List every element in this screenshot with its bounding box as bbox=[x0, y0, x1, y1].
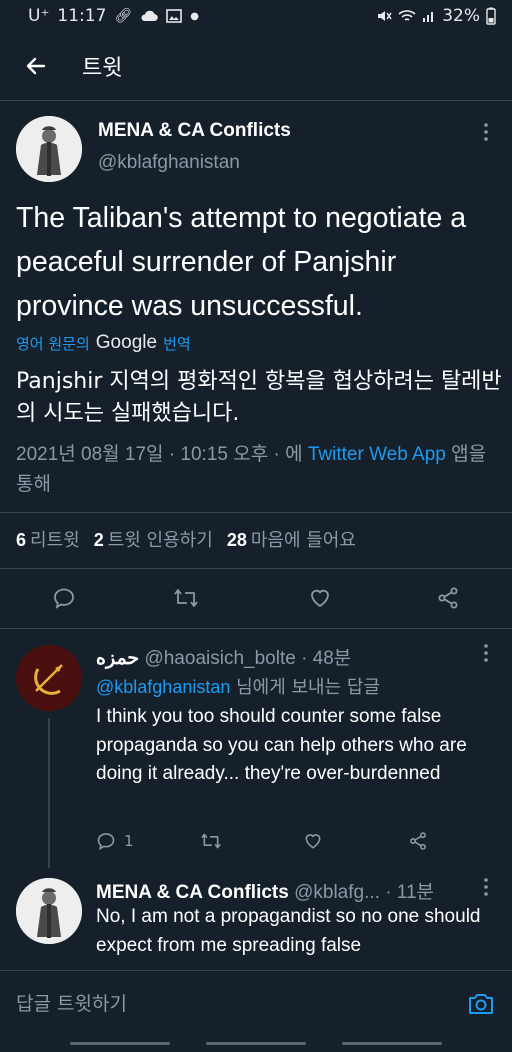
author-name[interactable]: MENA & CA Conflicts bbox=[98, 120, 291, 142]
carrier-label: U⁺ bbox=[28, 6, 50, 26]
nav-recents-handle[interactable] bbox=[342, 1042, 442, 1045]
reply-text: No, I am not a propagandist so no one sh… bbox=[96, 906, 481, 956]
reply-author-name: حمزه bbox=[96, 648, 140, 669]
reply-reply-button[interactable]: 1 bbox=[96, 826, 134, 856]
reply-more-button[interactable] bbox=[474, 643, 498, 668]
dot-icon: ● bbox=[190, 10, 199, 22]
reply-share-button[interactable] bbox=[408, 826, 428, 856]
image-icon bbox=[166, 9, 183, 23]
quotes-stat[interactable]: 2 트윗 인용하기 bbox=[94, 526, 213, 552]
portrait-image bbox=[16, 116, 82, 182]
retweets-label: 리트윗 bbox=[30, 530, 80, 551]
camera-icon bbox=[469, 994, 493, 1014]
reply-author-handle: @kblafg... · 11분 bbox=[294, 882, 435, 903]
replying-suffix: 님에게 보내는 답글 bbox=[236, 677, 381, 698]
camera-button[interactable] bbox=[466, 989, 496, 1019]
battery-icon bbox=[486, 7, 496, 25]
translation-attribution[interactable]: 영어 원문의 Google 번역 bbox=[16, 332, 191, 354]
tweet-text: The Taliban's attempt to negotiate a pea… bbox=[16, 202, 467, 322]
heart-icon bbox=[305, 834, 321, 849]
heart-icon bbox=[311, 589, 329, 608]
google-logo: Google bbox=[95, 332, 158, 353]
author-avatar[interactable] bbox=[16, 116, 82, 182]
battery-percent: 32% bbox=[442, 6, 480, 26]
retweet-button[interactable] bbox=[168, 580, 204, 616]
quotes-count: 2 bbox=[93, 530, 104, 550]
reply-avatar[interactable] bbox=[16, 878, 82, 944]
wifi-icon bbox=[398, 10, 416, 21]
thread-line bbox=[48, 718, 50, 868]
translate-suffix: 번역 bbox=[163, 334, 191, 353]
author-handle[interactable]: @kblafghanistan bbox=[98, 152, 240, 174]
reply-author-name: MENA & CA Conflicts bbox=[96, 882, 289, 903]
reply-avatar[interactable] bbox=[16, 645, 82, 711]
meta-divider bbox=[0, 512, 512, 513]
mute-icon bbox=[378, 11, 392, 21]
reply-input[interactable]: 답글 트윗하기 bbox=[16, 989, 127, 1016]
mention-link[interactable]: @kblafghanistan bbox=[96, 677, 230, 697]
arrow-left-icon bbox=[26, 57, 46, 75]
likes-stat[interactable]: 28 마음에 들어요 bbox=[227, 526, 356, 552]
actions-divider bbox=[0, 628, 512, 629]
header-divider bbox=[0, 100, 512, 101]
more-vertical-icon bbox=[484, 644, 488, 662]
back-button[interactable] bbox=[12, 42, 60, 90]
likes-label: 마음에 들어요 bbox=[250, 530, 356, 551]
system-nav-bar bbox=[0, 1034, 512, 1052]
cloud-icon bbox=[141, 10, 158, 22]
like-button[interactable] bbox=[302, 580, 338, 616]
quotes-label: 트윗 인용하기 bbox=[107, 530, 213, 551]
reply-author-handle: @haoaisich_bolte · 48분 bbox=[144, 648, 352, 669]
comment-icon bbox=[54, 588, 74, 609]
portrait-image bbox=[16, 878, 82, 944]
link-icon: 🔗︎ bbox=[114, 8, 133, 24]
source-app-link[interactable]: Twitter Web App bbox=[308, 444, 446, 465]
reply-header[interactable]: MENA & CA Conflicts @kblafg... · 11분 bbox=[96, 877, 434, 904]
translate-prefix: 영어 원문의 bbox=[16, 334, 90, 353]
reply-button[interactable] bbox=[46, 580, 82, 616]
reply-action-bar: 1 bbox=[96, 826, 436, 856]
retweets-stat[interactable]: 6 리트윗 bbox=[16, 526, 80, 552]
replying-to: @kblafghanistan 님에게 보내는 답글 bbox=[96, 673, 380, 699]
stats-divider bbox=[0, 568, 512, 569]
comment-icon bbox=[97, 833, 115, 851]
reply-retweet-button[interactable] bbox=[200, 826, 222, 856]
more-vertical-icon bbox=[484, 878, 488, 896]
reply-header[interactable]: حمزه @haoaisich_bolte · 48분 bbox=[96, 643, 351, 670]
clock: 11:17 bbox=[57, 6, 107, 26]
retweet-icon bbox=[174, 589, 198, 607]
tweet-action-bar bbox=[0, 580, 512, 616]
emblem-image bbox=[16, 645, 82, 711]
reply-compose-bar: 답글 트윗하기 bbox=[0, 970, 512, 1034]
reply-more-button[interactable] bbox=[474, 877, 498, 902]
retweet-icon bbox=[201, 833, 221, 849]
page-title: 트윗 bbox=[82, 56, 123, 81]
share-button[interactable] bbox=[430, 580, 466, 616]
share-icon bbox=[438, 587, 458, 609]
tweet-timestamp: 2021년 08월 17일 · 10:15 오후 · 에 bbox=[16, 444, 303, 465]
signal-icon bbox=[423, 12, 434, 22]
reply-like-button[interactable] bbox=[303, 826, 323, 856]
status-bar: U⁺ 11:17 🔗︎ ● 32% bbox=[0, 0, 512, 32]
translated-text: Panjshir 지역의 평화적인 항복을 협상하려는 탈레반의 시도는 실패했… bbox=[16, 369, 502, 426]
more-vertical-icon bbox=[484, 123, 488, 141]
likes-count: 28 bbox=[226, 530, 247, 550]
app-bar: 트윗 bbox=[0, 36, 512, 96]
reply-count: 1 bbox=[124, 832, 134, 850]
retweets-count: 6 bbox=[16, 530, 27, 550]
nav-back-handle[interactable] bbox=[70, 1042, 170, 1045]
tweet-meta: 2021년 08월 17일 · 10:15 오후 · 에 Twitter Web… bbox=[16, 440, 506, 500]
reply-text: I think you too should counter some fals… bbox=[96, 706, 467, 784]
tweet-more-button[interactable] bbox=[474, 122, 498, 147]
engagement-stats: 6 리트윗 2 트윗 인용하기 28 마음에 들어요 bbox=[16, 526, 356, 552]
nav-home-handle[interactable] bbox=[206, 1042, 306, 1045]
share-icon bbox=[410, 832, 426, 850]
